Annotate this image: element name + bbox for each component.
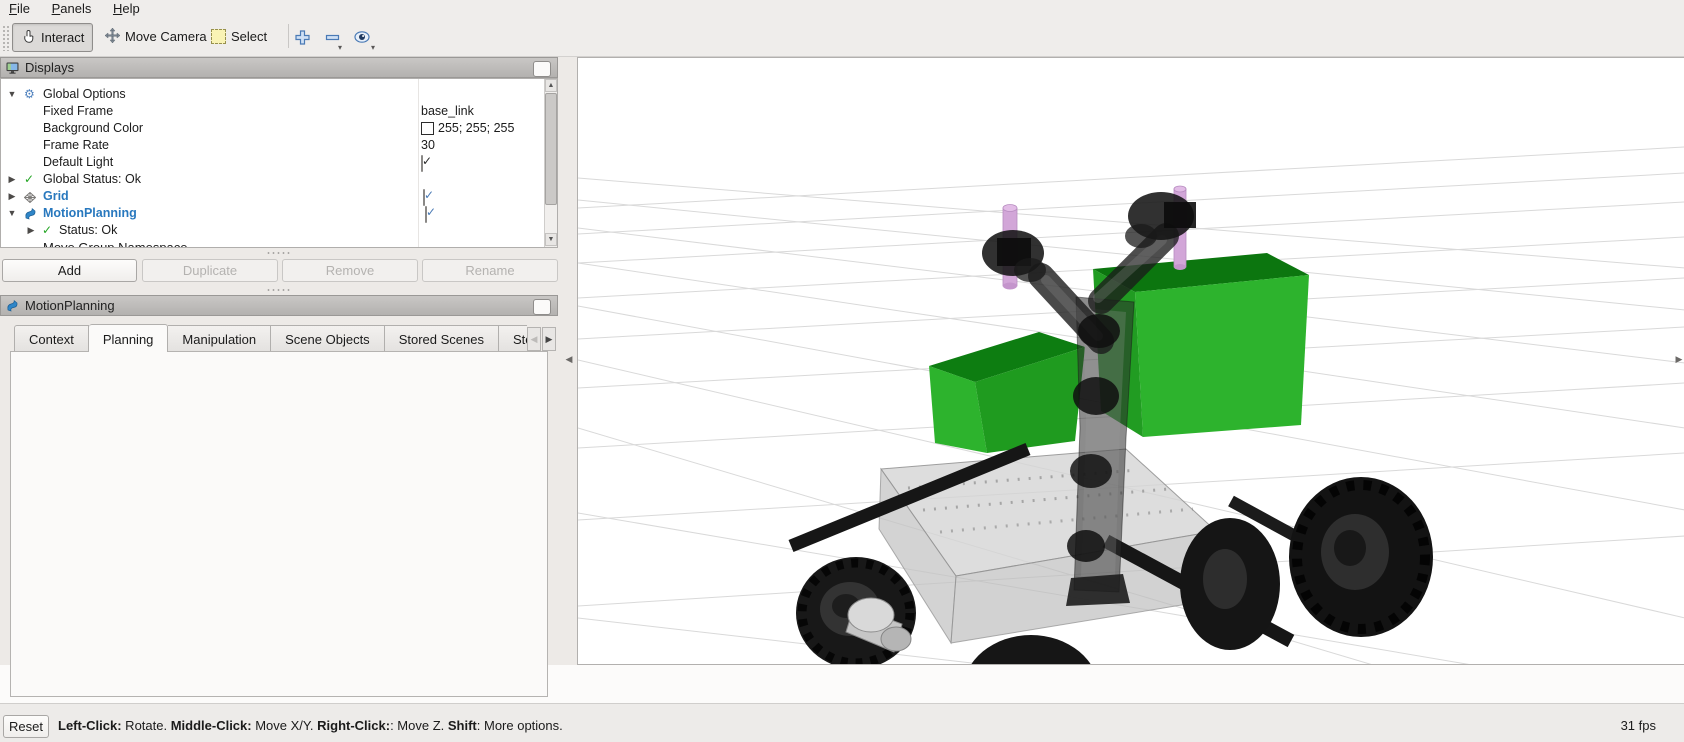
status-bar: Reset Left-Click: Rotate. Middle-Click: … bbox=[0, 703, 1684, 742]
tree-label: Global Status: Ok bbox=[43, 171, 141, 188]
motionplanning-panel-titlebar[interactable]: MotionPlanning bbox=[0, 295, 558, 316]
fixed-frame-value[interactable]: base_link bbox=[421, 103, 474, 120]
planning-tab-pane bbox=[10, 351, 548, 697]
tree-label: MotionPlanning bbox=[43, 205, 137, 222]
tab-manipulation[interactable]: Manipulation bbox=[168, 325, 271, 352]
focus-camera-dropdown-arrow[interactable]: ▾ bbox=[371, 43, 375, 52]
scrollbar-thumb[interactable] bbox=[545, 93, 557, 205]
monitor-icon bbox=[6, 62, 19, 74]
displays-panel-title: Displays bbox=[25, 60, 74, 75]
duplicate-display-button[interactable]: Duplicate bbox=[142, 259, 278, 282]
selection-box-icon bbox=[211, 29, 226, 44]
splitter-handle[interactable] bbox=[266, 288, 292, 292]
tree-label: Default Light bbox=[43, 154, 113, 171]
tree-scrollbar[interactable]: ▲ ▼ bbox=[544, 79, 557, 247]
remove-label: Remove bbox=[326, 263, 374, 278]
collision-box-left bbox=[929, 332, 1085, 453]
move-camera-tool-button[interactable]: Move Camera bbox=[97, 23, 215, 50]
menu-file[interactable]: File bbox=[0, 0, 39, 19]
background-color-swatch[interactable] bbox=[421, 122, 434, 135]
tree-row-clipped[interactable]: Move Group Namespace bbox=[1, 239, 541, 247]
toolbar-separator bbox=[288, 24, 289, 48]
remove-tool-dropdown-arrow[interactable]: ▾ bbox=[338, 43, 342, 52]
tab-scroll-left-button[interactable]: ◀ bbox=[527, 327, 541, 351]
tree-column-divider bbox=[418, 79, 419, 247]
select-tool-button[interactable]: Select bbox=[203, 23, 275, 50]
menu-panels[interactable]: Panels bbox=[43, 0, 101, 19]
motionplanning-tab-bar: ContextPlanningManipulationScene Objects… bbox=[14, 323, 527, 352]
render-viewport[interactable] bbox=[577, 57, 1684, 665]
remove-display-button[interactable]: Remove bbox=[282, 259, 418, 282]
status-ok-check-icon: ✓ bbox=[42, 222, 52, 239]
tree-row-global-status[interactable]: ▶ ✓ Global Status: Ok bbox=[1, 171, 541, 188]
tree-label: Status: Ok bbox=[59, 222, 117, 239]
expander-closed-icon[interactable]: ▶ bbox=[6, 188, 18, 205]
tree-label: Background Color bbox=[43, 120, 143, 137]
toolbar-drag-handle[interactable] bbox=[2, 25, 9, 51]
hand-pointer-icon bbox=[21, 29, 36, 47]
scroll-up-button[interactable]: ▲ bbox=[545, 79, 557, 92]
default-light-checkbox[interactable] bbox=[421, 155, 423, 172]
tab-stored-states[interactable]: Stored Stat bbox=[499, 325, 527, 352]
tree-label: Grid bbox=[43, 188, 69, 205]
duplicate-label: Duplicate bbox=[183, 263, 237, 278]
tree-row-frame-rate[interactable]: Frame Rate bbox=[1, 137, 541, 154]
motionplanning-float-button[interactable] bbox=[533, 299, 551, 315]
fps-counter: 31 fps bbox=[1621, 718, 1656, 733]
expander-closed-icon[interactable]: ▶ bbox=[25, 222, 37, 239]
mouse-help-text: Left-Click: Rotate. Middle-Click: Move X… bbox=[58, 718, 563, 733]
scroll-down-button[interactable]: ▼ bbox=[545, 233, 557, 246]
expander-open-icon[interactable]: ▼ bbox=[6, 86, 18, 103]
add-display-button[interactable]: Add bbox=[2, 259, 137, 282]
rename-display-button[interactable]: Rename bbox=[422, 259, 558, 282]
tab-scene-objects[interactable]: Scene Objects bbox=[271, 325, 385, 352]
interact-tool-label: Interact bbox=[41, 30, 84, 45]
panel-collapse-left-handle[interactable]: ◀ bbox=[564, 349, 574, 369]
add-tool-button[interactable] bbox=[290, 25, 314, 49]
motionplanning-panel-icon bbox=[6, 299, 19, 312]
menu-bar: File Panels Help bbox=[0, 0, 1684, 19]
tree-label: Move Group Namespace bbox=[43, 239, 188, 247]
eye-icon bbox=[354, 29, 370, 45]
tree-row-default-light[interactable]: Default Light bbox=[1, 154, 541, 171]
move-arrows-icon bbox=[105, 28, 120, 46]
status-ok-check-icon: ✓ bbox=[24, 171, 34, 188]
interact-tool-button[interactable]: Interact bbox=[12, 23, 93, 52]
tree-row-global-options[interactable]: ▼ ⚙ Global Options bbox=[1, 86, 541, 103]
displays-panel-titlebar[interactable]: Displays bbox=[0, 57, 558, 78]
rename-label: Rename bbox=[465, 263, 514, 278]
tree-row-grid[interactable]: ▶ Grid bbox=[1, 188, 541, 205]
panel-collapse-right-handle[interactable]: ▶ bbox=[1674, 349, 1684, 369]
tree-label: Fixed Frame bbox=[43, 103, 113, 120]
plus-icon bbox=[295, 30, 310, 45]
arm-base-mount bbox=[1066, 574, 1130, 606]
gear-icon: ⚙ bbox=[24, 86, 35, 103]
grid-enabled-checkbox[interactable] bbox=[423, 189, 425, 206]
add-label: Add bbox=[58, 263, 81, 278]
tab-stored-scenes[interactable]: Stored Scenes bbox=[385, 325, 499, 352]
background-color-value[interactable]: 255; 255; 255 bbox=[438, 120, 514, 137]
move-camera-tool-label: Move Camera bbox=[125, 29, 207, 44]
tree-row-motionplanning[interactable]: ▼ MotionPlanning bbox=[1, 205, 541, 222]
displays-float-button[interactable] bbox=[533, 61, 551, 77]
tree-label: Frame Rate bbox=[43, 137, 109, 154]
motionplanning-panel-title: MotionPlanning bbox=[25, 298, 115, 313]
3d-scene bbox=[578, 58, 1684, 665]
menu-help[interactable]: Help bbox=[104, 0, 149, 19]
reset-button[interactable]: Reset bbox=[3, 715, 49, 738]
tab-context[interactable]: Context bbox=[14, 325, 89, 352]
expander-open-icon[interactable]: ▼ bbox=[6, 205, 18, 222]
tree-row-mp-status[interactable]: ▶ ✓ Status: Ok bbox=[1, 222, 541, 239]
tab-scroll-right-button[interactable]: ▶ bbox=[542, 327, 556, 351]
select-tool-label: Select bbox=[231, 29, 267, 44]
tab-planning[interactable]: Planning bbox=[89, 324, 169, 352]
rviz-window: File Panels Help Interact Move Camera Se… bbox=[0, 0, 1684, 742]
motionplanning-enabled-checkbox[interactable] bbox=[425, 206, 427, 223]
displays-tree: ▼ ⚙ Global Options Fixed Frame Backgroun… bbox=[0, 78, 558, 248]
splitter-handle[interactable] bbox=[266, 251, 292, 255]
tree-label: Global Options bbox=[43, 86, 126, 103]
expander-closed-icon[interactable]: ▶ bbox=[6, 171, 18, 188]
frame-rate-value[interactable]: 30 bbox=[421, 137, 435, 154]
